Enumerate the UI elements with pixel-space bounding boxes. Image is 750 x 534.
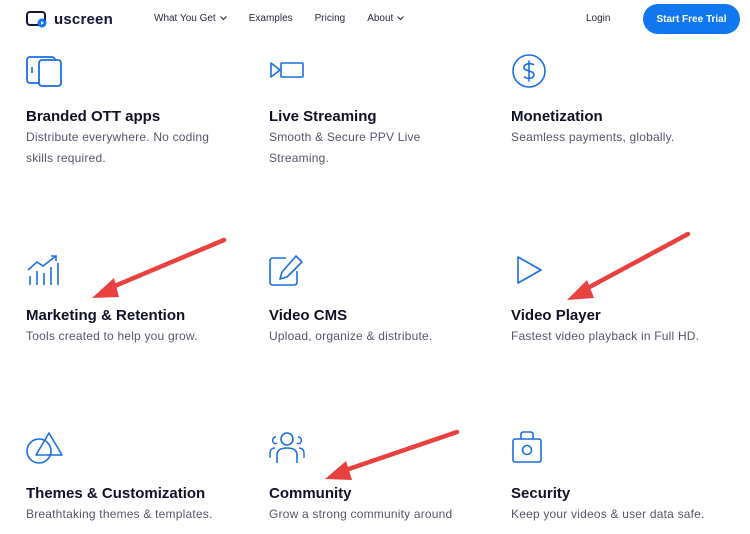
feature-desc: Fastest video playback in Full HD.	[511, 329, 700, 343]
uscreen-logo-icon	[26, 11, 47, 28]
edit-icon	[269, 255, 303, 286]
feature-desc: Distribute everywhere. No coding skills …	[26, 130, 210, 165]
live-stream-icon	[270, 62, 304, 78]
nav-link-label: What You Get	[154, 13, 216, 24]
people-icon	[269, 432, 305, 463]
feature-desc: Smooth & Secure PPV Live Streaming.	[269, 130, 421, 165]
nav-link-label: Examples	[248, 13, 293, 24]
annotation-arrow	[325, 429, 460, 480]
feature-desc: Seamless payments, globally.	[511, 130, 675, 144]
feature-title: Marketing & Retention	[26, 307, 186, 324]
nav-link-label: About	[367, 13, 394, 24]
chevron-down-icon	[397, 16, 405, 21]
annotation-arrow	[92, 237, 227, 298]
feature-desc: Tools created to help you grow.	[26, 329, 198, 343]
feature-desc: Keep your videos & user data safe.	[511, 507, 705, 521]
login-link[interactable]: Login	[586, 13, 610, 24]
devices-icon	[26, 56, 62, 87]
annotation-arrow	[567, 231, 691, 300]
chevron-down-icon	[219, 16, 227, 21]
start-free-trial-button[interactable]: Start Free Trial	[643, 4, 740, 34]
feature-desc: Grow a strong community around	[269, 507, 453, 521]
logo[interactable]: uscreen	[26, 10, 113, 28]
nav-about[interactable]: About	[367, 13, 405, 24]
feature-title: Video CMS	[269, 307, 348, 324]
play-icon	[517, 256, 542, 284]
nav-pricing[interactable]: Pricing	[315, 13, 346, 24]
growth-chart-icon	[27, 255, 59, 285]
feature-title: Community	[269, 485, 352, 502]
feature-title: Monetization	[511, 108, 603, 125]
feature-title: Live Streaming	[269, 108, 377, 125]
shapes-icon	[26, 432, 63, 464]
nav-what-you-get[interactable]: What You Get	[154, 13, 227, 24]
feature-title: Video Player	[511, 307, 601, 324]
feature-title: Branded OTT apps	[26, 108, 161, 125]
feature-desc: Breathtaking themes & templates.	[26, 507, 213, 521]
annotation-arrows	[92, 231, 691, 480]
feature-title: Security	[511, 485, 571, 502]
dollar-icon	[512, 54, 546, 88]
lock-icon	[512, 431, 542, 463]
logo-text: uscreen	[54, 10, 113, 28]
feature-desc: Upload, organize & distribute.	[269, 329, 433, 343]
top-nav: uscreen What You Get Examples Pricing Ab…	[0, 0, 750, 38]
nav-link-label: Pricing	[314, 13, 346, 24]
nav-examples[interactable]: Examples	[249, 13, 293, 24]
feature-title: Themes & Customization	[26, 485, 206, 502]
